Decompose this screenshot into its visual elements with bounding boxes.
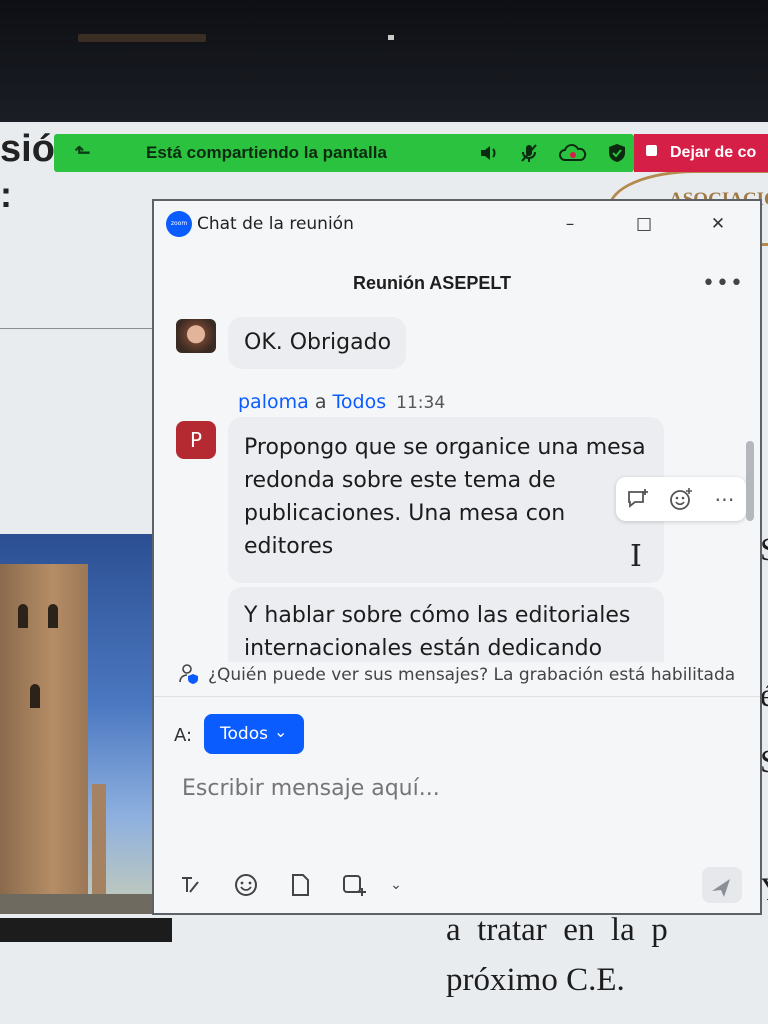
zoom-logo-icon: zoom: [166, 211, 192, 237]
add-reaction-icon[interactable]: [668, 486, 694, 512]
spire-image: [92, 784, 106, 894]
bezel-reflection: [78, 34, 206, 42]
slide-text-line: a tratar en la p: [446, 912, 668, 948]
send-button[interactable]: [702, 867, 742, 903]
minimize-icon[interactable]: –: [552, 209, 588, 239]
share-arrow-icon[interactable]: ⬑: [74, 140, 91, 164]
slide-divider: [0, 328, 160, 329]
stop-share-label: Dejar de co: [670, 144, 757, 161]
message-actions: ⋯: [616, 477, 746, 521]
recipient-dropdown-label: Todos: [220, 724, 268, 744]
sender-name[interactable]: paloma: [238, 391, 309, 413]
avatar: [176, 319, 216, 353]
cathedral-photo: [0, 534, 152, 914]
more-options-icon[interactable]: •••: [702, 271, 744, 296]
tower-window: [18, 604, 28, 628]
monitor-bezel: [0, 0, 768, 122]
street-image: [0, 894, 152, 914]
mic-muted-icon[interactable]: [518, 142, 540, 164]
tower-window: [30, 684, 40, 708]
emoji-icon[interactable]: [232, 871, 260, 899]
send-icon: [712, 879, 730, 897]
chat-scrollbar[interactable]: [746, 441, 754, 521]
screenshot-icon[interactable]: [340, 871, 368, 899]
to-word: a: [314, 391, 327, 413]
screen-share-bar[interactable]: ⬑ Está compartiendo la pantalla: [54, 134, 634, 172]
chat-header: Reunión ASEPELT •••: [154, 245, 760, 323]
slide-colon: :: [0, 174, 12, 215]
security-shield-icon[interactable]: [606, 142, 628, 164]
message-bubble[interactable]: OK. Obrigado: [228, 317, 406, 369]
message-text: Propongo que se organice una mesa redond…: [244, 435, 646, 559]
format-text-icon[interactable]: [176, 871, 204, 899]
message-text: OK. Obrigado: [244, 330, 392, 355]
camera-light: [388, 35, 394, 40]
meeting-name: Reunión ASEPELT: [352, 273, 511, 293]
privacy-notice-text: ¿Quién puede ver sus mensajes? La grabac…: [208, 665, 736, 685]
composer-toolbar: ⌄: [176, 871, 756, 901]
window-title: Chat de la reunión: [197, 214, 354, 234]
recipient-name[interactable]: Todos: [333, 391, 387, 413]
composer-divider: [154, 696, 760, 697]
avatar: P: [176, 421, 216, 459]
recipient-label: A:: [174, 725, 193, 746]
message-meta: paloma a Todos 11:34: [238, 391, 445, 413]
slide-dark-band: [0, 918, 172, 942]
message-time: 11:34: [396, 393, 446, 413]
more-actions-icon[interactable]: ⋯: [711, 486, 737, 512]
message-list[interactable]: OK. Obrigado paloma a Todos 11:34 P Prop…: [154, 317, 760, 662]
chevron-down-icon: ⌄: [274, 722, 288, 741]
cloud-record-icon[interactable]: [558, 142, 588, 164]
share-controls: [478, 142, 628, 164]
chevron-down-icon[interactable]: ⌄: [382, 871, 410, 899]
stop-share-button[interactable]: Dejar de co: [634, 134, 768, 172]
tower-image: [0, 564, 88, 894]
close-icon[interactable]: ✕: [700, 209, 736, 239]
recipient-dropdown[interactable]: Todos ⌄: [204, 714, 304, 754]
message-text: Y hablar sobre cómo las editoriales inte…: [244, 603, 631, 661]
slide-text-line: próximo C.E.: [446, 962, 625, 998]
file-icon[interactable]: [286, 871, 314, 899]
message-bubble[interactable]: Y hablar sobre cómo las editoriales inte…: [228, 587, 664, 662]
chat-titlebar[interactable]: zoom Chat de la reunión – □ ✕: [154, 201, 760, 245]
message-bubble[interactable]: Propongo que se organice una mesa redond…: [228, 417, 664, 583]
reply-icon[interactable]: [625, 486, 651, 512]
text-cursor-icon: I: [630, 539, 642, 574]
message-input[interactable]: [180, 767, 734, 809]
meeting-chat-window: zoom Chat de la reunión – □ ✕ Reunión AS…: [152, 199, 762, 915]
privacy-person-icon: [179, 664, 198, 684]
tower-window: [48, 604, 58, 628]
stop-square-icon: [646, 145, 657, 156]
maximize-icon[interactable]: □: [626, 209, 662, 239]
share-status-text: Está compartiendo la pantalla: [146, 143, 387, 162]
speaker-icon[interactable]: [478, 142, 500, 164]
